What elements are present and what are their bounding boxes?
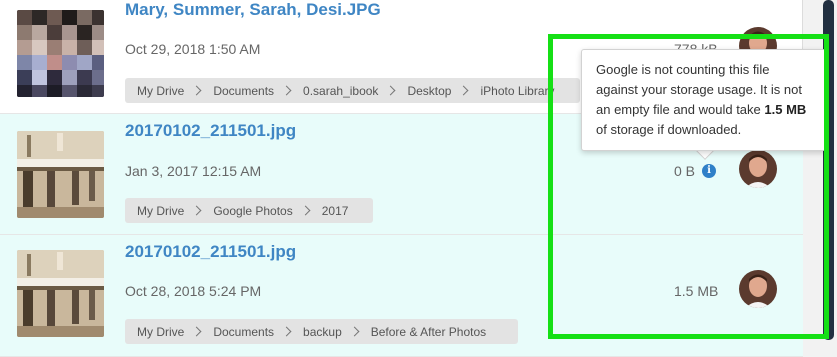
chevron-right-icon (300, 205, 311, 216)
breadcrumb-item[interactable]: Desktop (407, 84, 451, 98)
chevron-right-icon (385, 85, 396, 96)
annotation-highlight-box (548, 34, 829, 339)
chevron-right-icon (191, 326, 202, 337)
breadcrumb-item[interactable]: Before & After Photos (371, 325, 486, 339)
file-date: Oct 29, 2018 1:50 AM (125, 41, 261, 57)
breadcrumb-item[interactable]: Documents (213, 325, 274, 339)
file-date: Oct 28, 2018 5:24 PM (125, 283, 262, 299)
breadcrumb-item[interactable]: My Drive (137, 204, 184, 218)
file-path-breadcrumb: My Drive Google Photos 2017 (125, 198, 373, 223)
file-name-link[interactable]: 20170102_211501.jpg (125, 242, 296, 262)
chevron-right-icon (281, 326, 292, 337)
file-thumbnail[interactable] (17, 131, 104, 218)
breadcrumb-item[interactable]: 0.sarah_ibook (303, 84, 378, 98)
chevron-right-icon (191, 85, 202, 96)
breadcrumb-item[interactable]: iPhoto Library (480, 84, 554, 98)
file-name-link[interactable]: 20170102_211501.jpg (125, 121, 296, 141)
file-thumbnail[interactable] (17, 10, 104, 97)
file-thumbnail[interactable] (17, 250, 104, 337)
chevron-right-icon (191, 205, 202, 216)
breadcrumb-item[interactable]: 2017 (322, 204, 349, 218)
breadcrumb-item[interactable]: My Drive (137, 325, 184, 339)
chevron-right-icon (459, 85, 469, 96)
file-date: Jan 3, 2017 12:15 AM (125, 163, 262, 179)
breadcrumb-item[interactable]: backup (303, 325, 342, 339)
file-name-link[interactable]: Mary, Summer, Sarah, Desi.JPG (125, 0, 381, 20)
chevron-right-icon (349, 326, 360, 337)
chevron-right-icon (281, 85, 292, 96)
file-path-breadcrumb: My Drive Documents 0.sarah_ibook Desktop… (125, 78, 580, 103)
breadcrumb-item[interactable]: Documents (213, 84, 274, 98)
breadcrumb-item[interactable]: My Drive (137, 84, 184, 98)
breadcrumb-item[interactable]: Google Photos (213, 204, 292, 218)
file-path-breadcrumb: My Drive Documents backup Before & After… (125, 319, 518, 344)
